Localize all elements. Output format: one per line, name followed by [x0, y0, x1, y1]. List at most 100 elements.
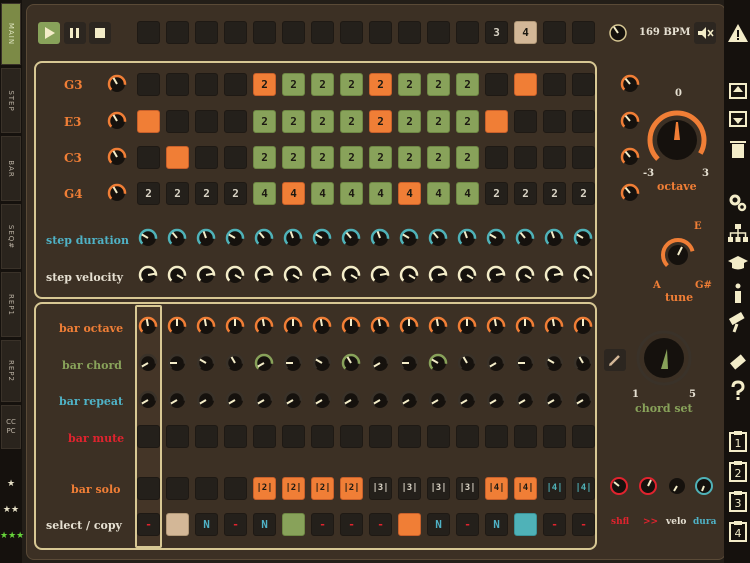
bar-repeat-knob-7[interactable] — [312, 390, 332, 410]
step-velocity-knob-1[interactable] — [138, 265, 158, 285]
step-cell-2-8[interactable]: 2 — [340, 110, 363, 133]
step-cell-2-7[interactable]: 2 — [311, 110, 334, 133]
select-copy-cell-11[interactable]: N — [427, 513, 450, 536]
select-copy-cell-3[interactable]: N — [195, 513, 218, 536]
select-copy-cell-8[interactable]: - — [340, 513, 363, 536]
step-cell-1-10[interactable]: 2 — [398, 73, 421, 96]
bar-repeat-knob-8[interactable] — [341, 390, 361, 410]
step-velocity-knob-5[interactable] — [254, 265, 274, 285]
transport-step-13[interactable]: 3 — [485, 21, 508, 44]
select-copy-cell-9[interactable]: - — [369, 513, 392, 536]
bar-repeat-knob-5[interactable] — [254, 390, 274, 410]
transport-step-2[interactable] — [166, 21, 189, 44]
transport-step-7[interactable] — [311, 21, 334, 44]
select-copy-cell-2[interactable] — [166, 513, 189, 536]
step-cell-3-5[interactable]: 2 — [253, 146, 276, 169]
bar-chord-knob-15[interactable] — [544, 353, 564, 373]
bar-solo-cell-15[interactable]: |4| — [543, 477, 566, 500]
step-cell-4-5[interactable]: 4 — [253, 182, 276, 205]
mute-button[interactable] — [694, 22, 716, 44]
bar-chord-knob-11[interactable] — [428, 353, 448, 373]
step-duration-knob-2[interactable] — [167, 228, 187, 248]
bar-solo-cell-16[interactable]: |4| — [572, 477, 595, 500]
bar-octave-knob-5[interactable] — [254, 316, 274, 336]
clipboard-2-icon[interactable]: 2 — [727, 460, 749, 482]
step-cell-2-2[interactable] — [166, 110, 189, 133]
hierarchy-icon[interactable] — [727, 222, 749, 244]
bar-solo-cell-10[interactable]: |3| — [398, 477, 421, 500]
bar-solo-cell-6[interactable]: |2| — [282, 477, 305, 500]
transport-step-11[interactable] — [427, 21, 450, 44]
bar-repeat-knob-12[interactable] — [457, 390, 477, 410]
step-velocity-knob-8[interactable] — [341, 265, 361, 285]
bar-mute-cell-1[interactable] — [137, 425, 160, 448]
step-cell-2-1[interactable] — [137, 110, 160, 133]
bar-octave-knob-1[interactable] — [138, 316, 158, 336]
bar-octave-knob-12[interactable] — [457, 316, 477, 336]
bar-chord-knob-12[interactable] — [457, 353, 477, 373]
transport-step-12[interactable] — [456, 21, 479, 44]
step-cell-4-15[interactable]: 2 — [543, 182, 566, 205]
step-duration-knob-13[interactable] — [486, 228, 506, 248]
bar-repeat-knob-4[interactable] — [225, 390, 245, 410]
transport-step-16[interactable] — [572, 21, 595, 44]
step-cell-4-12[interactable]: 4 — [456, 182, 479, 205]
bar-repeat-knob-9[interactable] — [370, 390, 390, 410]
tab-rep1[interactable]: REP1 — [1, 272, 21, 337]
bar-octave-knob-4[interactable] — [225, 316, 245, 336]
step-duration-knob-11[interactable] — [428, 228, 448, 248]
step-duration-knob-5[interactable] — [254, 228, 274, 248]
paint-roller-icon[interactable] — [727, 312, 749, 334]
transport-step-10[interactable] — [398, 21, 421, 44]
step-cell-3-1[interactable] — [137, 146, 160, 169]
note-octave-knob-4[interactable] — [620, 183, 640, 203]
step-cell-1-4[interactable] — [224, 73, 247, 96]
trash-icon[interactable] — [727, 138, 749, 160]
gear-icon[interactable] — [727, 192, 749, 214]
transport-step-5[interactable] — [253, 21, 276, 44]
pause-button[interactable] — [64, 22, 86, 44]
bar-solo-cell-8[interactable]: |2| — [340, 477, 363, 500]
step-duration-knob-3[interactable] — [196, 228, 216, 248]
step-velocity-knob-11[interactable] — [428, 265, 448, 285]
bar-octave-knob-10[interactable] — [399, 316, 419, 336]
step-duration-knob-7[interactable] — [312, 228, 332, 248]
edit-chord-button[interactable] — [604, 349, 626, 371]
select-copy-cell-10[interactable] — [398, 513, 421, 536]
step-cell-3-13[interactable] — [485, 146, 508, 169]
bar-octave-knob-7[interactable] — [312, 316, 332, 336]
step-cell-2-10[interactable]: 2 — [398, 110, 421, 133]
load-icon[interactable] — [727, 80, 749, 102]
step-duration-knob-8[interactable] — [341, 228, 361, 248]
bar-chord-knob-9[interactable] — [370, 353, 390, 373]
star-button-2[interactable]: ★★ — [0, 506, 22, 515]
bar-repeat-knob-10[interactable] — [399, 390, 419, 410]
octave-knob[interactable] — [647, 110, 707, 170]
bar-solo-cell-13[interactable]: |4| — [485, 477, 508, 500]
step-velocity-knob-9[interactable] — [370, 265, 390, 285]
bar-repeat-knob-6[interactable] — [283, 390, 303, 410]
step-duration-knob-16[interactable] — [573, 228, 593, 248]
bar-solo-cell-5[interactable]: |2| — [253, 477, 276, 500]
bar-repeat-knob-1[interactable] — [138, 390, 158, 410]
tab-cc-pc[interactable]: CC PC — [1, 405, 21, 449]
step-cell-2-12[interactable]: 2 — [456, 110, 479, 133]
step-cell-4-7[interactable]: 4 — [311, 182, 334, 205]
step-cell-3-16[interactable] — [572, 146, 595, 169]
step-duration-knob-1[interactable] — [138, 228, 158, 248]
save-icon[interactable] — [727, 108, 749, 130]
step-cell-1-15[interactable] — [543, 73, 566, 96]
transport-step-4[interactable] — [224, 21, 247, 44]
bar-mute-cell-16[interactable] — [572, 425, 595, 448]
step-cell-2-3[interactable] — [195, 110, 218, 133]
step-cell-1-13[interactable] — [485, 73, 508, 96]
bar-octave-knob-16[interactable] — [573, 316, 593, 336]
step-cell-1-1[interactable] — [137, 73, 160, 96]
step-cell-3-6[interactable]: 2 — [282, 146, 305, 169]
bar-chord-knob-10[interactable] — [399, 353, 419, 373]
bar-solo-cell-3[interactable] — [195, 477, 218, 500]
step-velocity-knob-12[interactable] — [457, 265, 477, 285]
step-cell-1-5[interactable]: 2 — [253, 73, 276, 96]
bar-solo-cell-1[interactable] — [137, 477, 160, 500]
step-velocity-knob-3[interactable] — [196, 265, 216, 285]
